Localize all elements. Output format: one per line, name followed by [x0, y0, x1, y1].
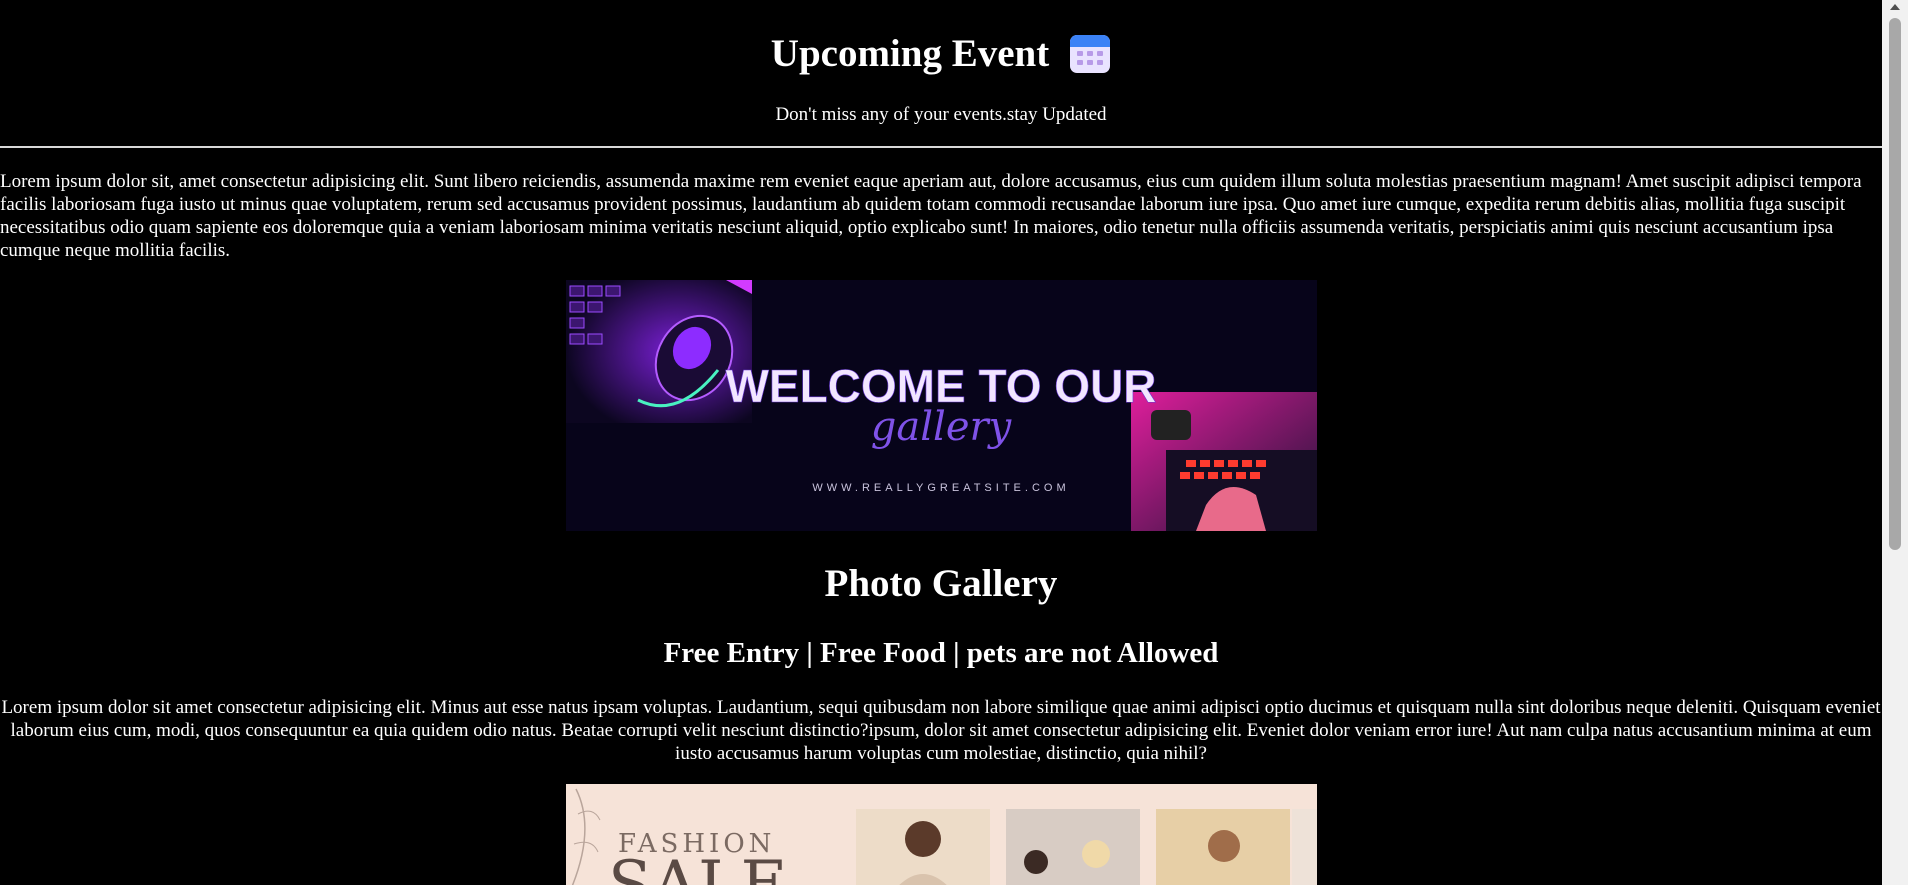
page-title: Upcoming Event	[770, 32, 1050, 75]
title-row: Upcoming Event	[0, 30, 1882, 78]
sale-word: SALE	[608, 848, 787, 885]
banner-script: gallery	[871, 404, 1013, 450]
vertical-scrollbar[interactable]	[1882, 0, 1908, 885]
scroll-up-arrow-icon[interactable]	[1890, 4, 1900, 10]
event-info: Free Entry | Free Food | pets are not Al…	[663, 637, 1219, 669]
page-subtitle: Don't miss any of your events.stay Updat…	[775, 104, 1107, 125]
page: Upcoming Event Don't miss any of your ev…	[0, 0, 1882, 885]
gallery-paragraph: Lorem ipsum dolor sit amet consectetur a…	[1, 697, 1881, 764]
fashion-sale-image: FASHION SALE	[566, 784, 1317, 885]
banner-url: WWW.REALLYGREATSITE.COM	[812, 482, 1069, 494]
intro-paragraph: Lorem ipsum dolor sit, amet consectetur …	[0, 171, 1862, 261]
scroll-thumb[interactable]	[1889, 18, 1901, 550]
gallery-banner-image: WELCOME TO OUR gallery WWW.REALLYGREATSI…	[566, 280, 1317, 531]
divider	[0, 146, 1882, 148]
calendar-icon	[1069, 33, 1111, 75]
gallery-title: Photo Gallery	[824, 562, 1058, 605]
